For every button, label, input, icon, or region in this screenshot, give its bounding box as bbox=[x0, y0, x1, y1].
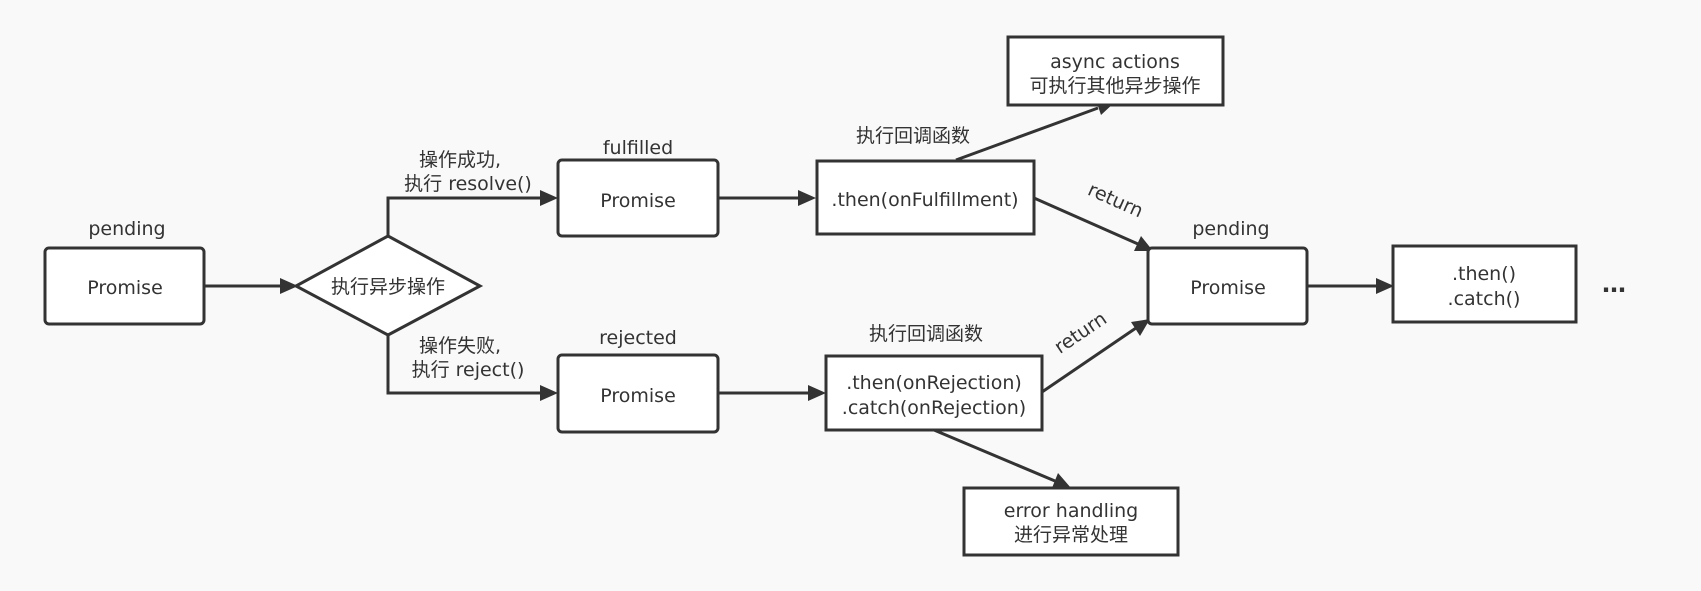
node-promise-initial: Promise bbox=[43, 246, 206, 326]
label-callback-bottom: 执行回调函数 bbox=[869, 323, 983, 345]
node-promise-fulfilled: Promise bbox=[556, 158, 720, 238]
node-decision-label: 执行异步操作 bbox=[331, 276, 445, 298]
label-callback-top: 执行回调函数 bbox=[856, 125, 970, 147]
node-catch-rejection-line1: .then(onRejection) bbox=[846, 372, 1022, 394]
node-chain-line2: .catch() bbox=[1448, 288, 1521, 310]
label-failure-line1: 操作失败, bbox=[419, 335, 501, 357]
label-success-line1: 操作成功, bbox=[419, 149, 501, 171]
edge-catch-to-error-handling bbox=[933, 428, 1071, 488]
node-promise-result-label: Promise bbox=[1190, 277, 1266, 299]
node-catch-rejection: .then(onRejection) .catch(onRejection) bbox=[824, 354, 1044, 432]
node-error-handling-line2: 进行异常处理 bbox=[1014, 524, 1128, 546]
node-promise-result: Promise bbox=[1146, 246, 1309, 326]
node-error-handling: error handling 进行异常处理 bbox=[962, 486, 1180, 557]
edge-initial-to-decision bbox=[204, 278, 298, 294]
node-promise-initial-label: Promise bbox=[87, 277, 163, 299]
node-catch-rejection-line2: .catch(onRejection) bbox=[842, 397, 1026, 419]
label-fulfilled: fulfilled bbox=[603, 137, 673, 159]
label-pending-initial: pending bbox=[88, 218, 165, 240]
node-promise-rejected-label: Promise bbox=[600, 385, 676, 407]
node-decision: 执行异步操作 bbox=[292, 234, 484, 337]
ellipsis: … bbox=[1602, 270, 1626, 298]
node-async-actions-line2: 可执行其他异步操作 bbox=[1029, 75, 1200, 97]
node-then-fulfillment: .then(onFulfillment) bbox=[815, 159, 1036, 236]
label-success-line2: 执行 resolve() bbox=[404, 173, 532, 195]
node-async-actions: async actions 可执行其他异步操作 bbox=[1006, 35, 1225, 107]
node-then-fulfillment-label: .then(onFulfillment) bbox=[831, 189, 1018, 211]
node-promise-rejected: Promise bbox=[556, 353, 720, 434]
edge-decision-to-fulfilled bbox=[386, 190, 558, 236]
node-promise-fulfilled-label: Promise bbox=[600, 190, 676, 212]
promise-flow-diagram: pending Promise 执行异步操作 操作成功, 执行 resolve(… bbox=[43, 35, 1626, 557]
label-rejected: rejected bbox=[599, 327, 677, 349]
node-chain: .then() .catch() bbox=[1391, 244, 1578, 324]
node-chain-line1: .then() bbox=[1452, 263, 1516, 285]
node-async-actions-line1: async actions bbox=[1050, 51, 1180, 73]
edge-result-to-chain bbox=[1307, 278, 1394, 294]
label-return-top: return bbox=[1084, 179, 1146, 223]
node-error-handling-line1: error handling bbox=[1004, 500, 1138, 522]
label-failure-line2: 执行 reject() bbox=[412, 359, 525, 381]
edge-fulfilled-to-then bbox=[718, 190, 816, 206]
edge-rejected-to-catch bbox=[718, 385, 826, 401]
edge-then-to-async-actions bbox=[955, 100, 1115, 162]
label-pending-result: pending bbox=[1192, 218, 1269, 240]
